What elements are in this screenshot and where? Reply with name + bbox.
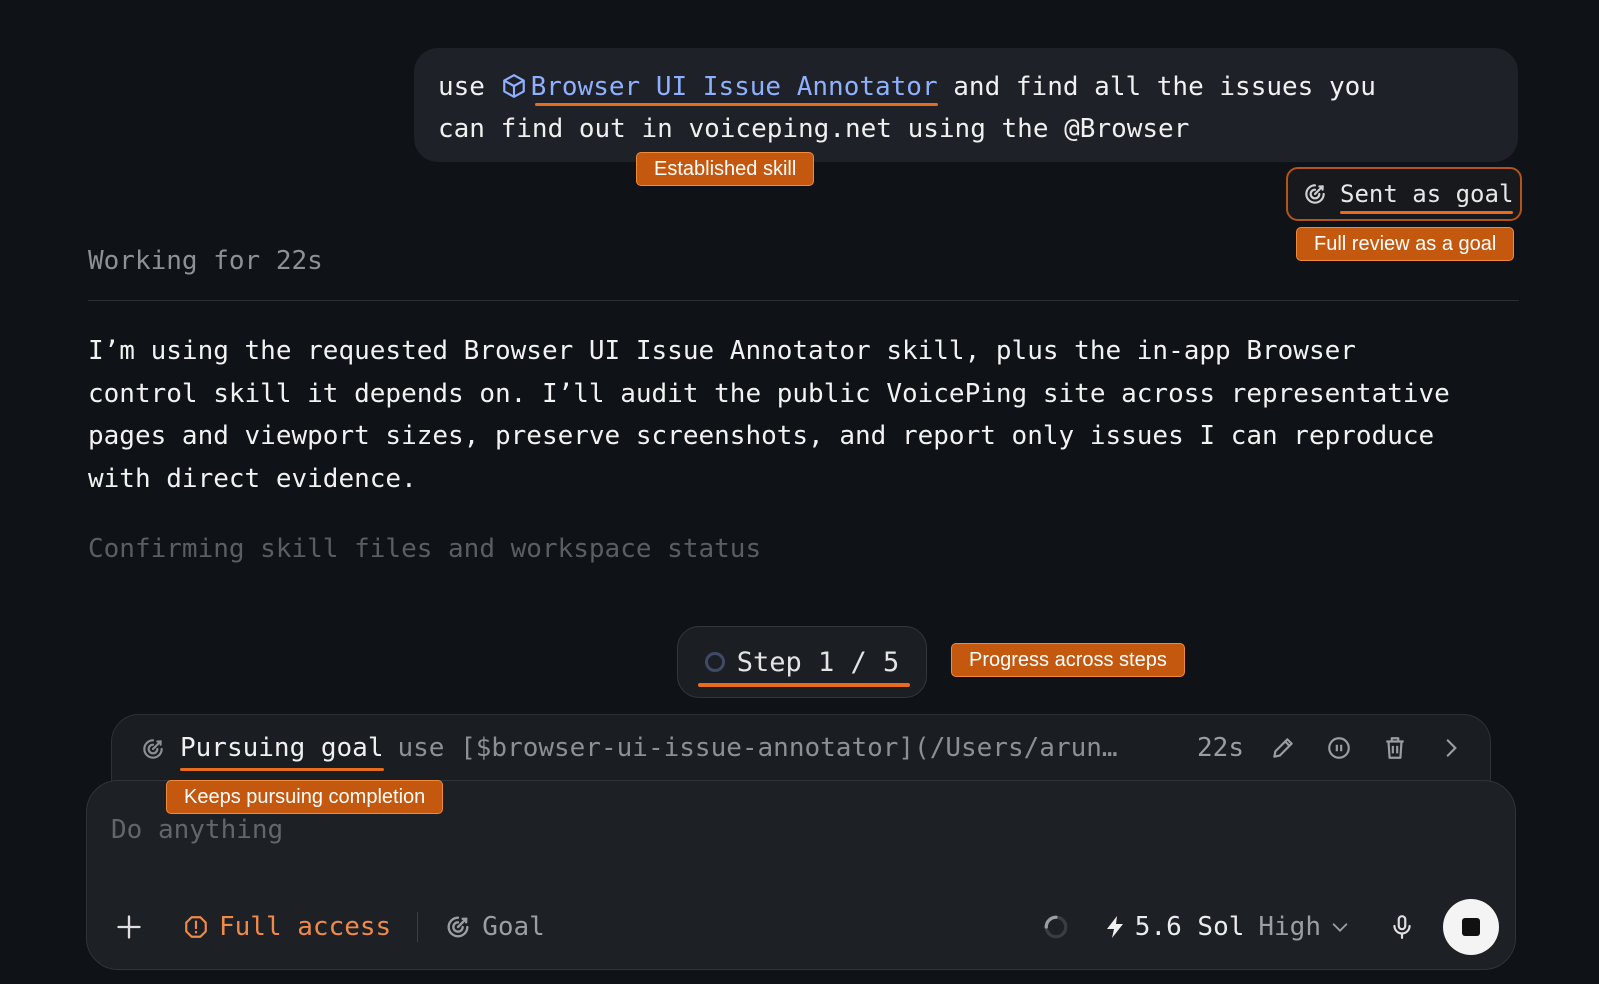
loading-spinner-icon: [1044, 915, 1068, 939]
annotation-established-skill: Established skill: [636, 152, 815, 186]
full-access-label: Full access: [219, 912, 392, 942]
goal-target-icon: [1305, 184, 1325, 204]
edit-pencil-icon[interactable]: [1270, 735, 1296, 761]
annotation-keeps-pursuing: Keeps pursuing completion: [166, 780, 444, 814]
user-message-bubble: use Browser UI Issue Annotator and find …: [414, 48, 1518, 162]
model-selector[interactable]: 5.6 Sol High: [1103, 912, 1351, 942]
sent-as-goal-badge: Sent as goal: [1286, 167, 1522, 221]
goal-actions: [1270, 735, 1464, 761]
annotation-progress: Progress across steps: [951, 643, 1185, 677]
trash-icon[interactable]: [1382, 735, 1408, 761]
step-label: Step 1 / 5: [736, 646, 900, 678]
message-suffix: and find all the issues you: [953, 72, 1376, 102]
annotation-full-review: Full review as a goal: [1296, 227, 1515, 261]
microphone-icon[interactable]: [1389, 913, 1415, 941]
goal-button[interactable]: Goal: [444, 912, 545, 942]
reply-line-2: control skill it depends on. I’ll audit …: [88, 378, 1450, 409]
sent-as-goal-label: Sent as goal: [1340, 180, 1514, 208]
message-line-1: use Browser UI Issue Annotator and find …: [438, 66, 1494, 108]
effort-level: High: [1258, 912, 1321, 942]
message-line-2: can find out in voiceping.net using the …: [438, 114, 1190, 144]
goal-elapsed: 22s: [1197, 733, 1244, 763]
pursuing-underline: [180, 768, 384, 771]
stop-square-icon: [1462, 918, 1480, 936]
skill-underline: [534, 103, 938, 106]
assistant-reply: I’m using the requested Browser UI Issue…: [88, 330, 1528, 500]
step-underline: [698, 683, 910, 687]
progress-ring-icon: [704, 652, 725, 672]
cube-icon: [502, 74, 525, 98]
pause-icon[interactable]: [1326, 735, 1352, 761]
stop-button[interactable]: [1443, 899, 1499, 955]
goal-target-icon: [447, 916, 469, 938]
composer-placeholder[interactable]: Do anything: [111, 815, 283, 845]
separator: [417, 912, 419, 942]
chevron-down-icon: [1332, 923, 1348, 932]
divider: [88, 300, 1519, 301]
full-access-button[interactable]: Full access: [183, 912, 391, 942]
skill-chip-label: Browser UI Issue Annotator: [530, 72, 938, 102]
step-progress-pill[interactable]: Step 1 / 5: [677, 626, 927, 698]
alert-shield-icon: [185, 916, 207, 938]
goal-button-label: Goal: [482, 912, 545, 942]
reply-line-3: pages and viewport sizes, preserve scree…: [88, 421, 1435, 451]
reply-line-1: I’m using the requested Browser UI Issue…: [88, 336, 1356, 366]
status-line: Confirming skill files and workspace sta…: [88, 534, 762, 564]
chevron-right-icon[interactable]: [1438, 735, 1464, 761]
pursuing-goal-label: Pursuing goal: [180, 733, 384, 763]
composer-toolbar: Full access Goal 5.6 Sol High: [115, 899, 1499, 955]
model-name: 5.6 Sol: [1134, 912, 1245, 942]
add-plus-icon[interactable]: [115, 913, 143, 941]
working-duration[interactable]: Working for 22s: [88, 246, 323, 276]
goal-target-icon: [143, 739, 163, 759]
lightning-icon: [1106, 916, 1123, 938]
reply-line-4: with direct evidence.: [88, 463, 417, 494]
skill-chip[interactable]: Browser UI Issue Annotator: [501, 72, 938, 106]
goal-text: use [$browser-ui-issue-annotator](/Users…: [397, 733, 1118, 763]
message-prefix: use: [438, 72, 485, 102]
sent-underline: [1340, 211, 1514, 214]
